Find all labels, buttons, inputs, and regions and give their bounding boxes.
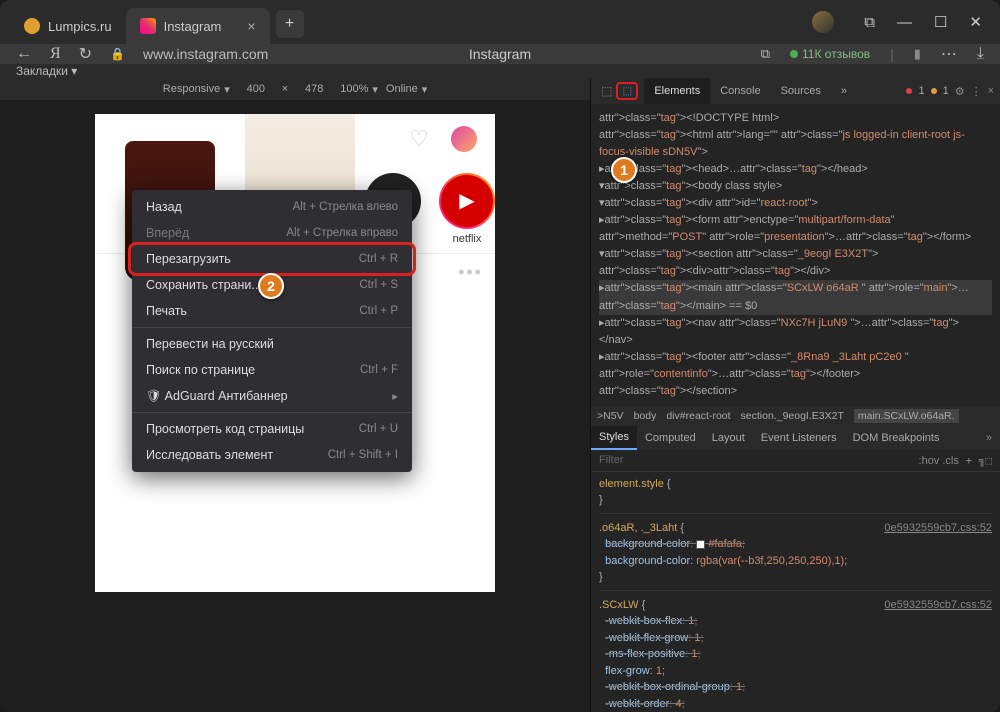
- dot-icon: [790, 50, 798, 58]
- menu-icon[interactable]: ⋯: [941, 44, 957, 64]
- styles-tabs: StylesComputedLayoutEvent ListenersDOM B…: [591, 426, 1000, 450]
- maximize-button[interactable]: ☐: [934, 13, 947, 31]
- network-dropdown[interactable]: Online ▾: [386, 83, 427, 96]
- styles-subtab[interactable]: DOM Breakpoints: [845, 426, 948, 450]
- more-tabs[interactable]: »: [831, 78, 857, 104]
- more-icon[interactable]: •••: [458, 262, 483, 283]
- back-button[interactable]: ←: [16, 45, 32, 63]
- tab-instagram[interactable]: Instagram ×: [126, 8, 270, 44]
- styles-subtab[interactable]: Computed: [637, 426, 704, 450]
- favicon-lumpics: [24, 18, 40, 34]
- bookmarks-bar: Закладки ▾: [0, 64, 1000, 78]
- breadcrumb[interactable]: >N5Vbodydiv#react-rootsection._9eogI.E3X…: [591, 406, 1000, 426]
- more-icon[interactable]: ⋮: [971, 85, 982, 98]
- home-button[interactable]: Я: [50, 45, 61, 63]
- favicon-instagram: [140, 18, 156, 34]
- more-icon[interactable]: »: [978, 432, 1000, 444]
- minimize-button[interactable]: ―: [897, 14, 912, 31]
- styles-subtab[interactable]: Styles: [591, 426, 637, 450]
- context-menu-item[interactable]: Исследовать элементCtrl + Shift + I: [132, 442, 412, 468]
- bookmark-icon[interactable]: ▮: [914, 46, 921, 62]
- devtools-tabs: ⬚ ⬚ Elements Console Sources » 1 1 ⚙ ⋮ ×: [591, 78, 1000, 104]
- responsive-dropdown[interactable]: Responsive ▾: [163, 83, 230, 96]
- user-avatar[interactable]: [451, 126, 477, 152]
- zoom-dropdown[interactable]: 100% ▾: [340, 83, 378, 96]
- context-menu: НазадAlt + Стрелка влевоВперёдAlt + Стре…: [132, 190, 412, 472]
- reviews-badge[interactable]: 11К отзывов: [790, 47, 870, 61]
- filter-tools[interactable]: :hov .cls + ╗⬚: [919, 454, 992, 467]
- context-menu-item[interactable]: Поиск по страницеCtrl + F: [132, 357, 412, 383]
- context-menu-item[interactable]: ВперёдAlt + Стрелка вправо: [132, 220, 412, 246]
- tab-title: Lumpics.ru: [48, 19, 112, 34]
- styles-filter-bar: Filter :hov .cls + ╗⬚: [591, 450, 1000, 472]
- context-menu-item[interactable]: Перевести на русский: [132, 331, 412, 357]
- titlebar: Lumpics.ru Instagram × + ⧉ ― ☐ ✕: [0, 0, 1000, 44]
- copy-icon[interactable]: ⧉: [761, 46, 770, 62]
- device-toggle-button[interactable]: ⬚: [616, 82, 638, 100]
- collections-icon[interactable]: ⧉: [864, 14, 875, 31]
- tab-title: Instagram: [164, 19, 222, 34]
- context-menu-item[interactable]: ПечатьCtrl + P: [132, 298, 412, 324]
- settings-icon[interactable]: ⚙: [955, 85, 965, 98]
- inspect-icon[interactable]: ⬚: [597, 84, 616, 98]
- separator: |: [890, 46, 894, 62]
- close-window-button[interactable]: ✕: [969, 13, 982, 31]
- devtools-panel: ⬚ ⬚ Elements Console Sources » 1 1 ⚙ ⋮ ×…: [590, 78, 1000, 712]
- url-text[interactable]: www.instagram.com: [143, 46, 268, 62]
- reload-button[interactable]: ↻: [79, 44, 92, 64]
- lock-icon: 🔒: [110, 47, 125, 61]
- address-bar: ← Я ↻ 🔒 www.instagram.com Instagram ⧉ 11…: [0, 44, 1000, 64]
- context-menu-item[interactable]: 🛡 AdGuard Антибаннер▸: [132, 383, 412, 409]
- styles-pane[interactable]: element.style {}0e5932559cb7.css:52.o64a…: [591, 472, 1000, 712]
- filter-input[interactable]: Filter: [599, 454, 623, 466]
- context-menu-item[interactable]: НазадAlt + Стрелка влево: [132, 194, 412, 220]
- styles-subtab[interactable]: Layout: [704, 426, 753, 450]
- new-tab-button[interactable]: +: [276, 10, 304, 38]
- context-menu-item[interactable]: ПерезагрузитьCtrl + R: [132, 246, 412, 272]
- console-tab[interactable]: Console: [710, 78, 770, 104]
- device-toolbar: Responsive ▾ 400 × 478 100% ▾ Online ▾: [0, 78, 590, 100]
- page-title: Instagram: [469, 46, 531, 62]
- activity-icon[interactable]: ♡: [409, 126, 429, 152]
- warning-icon: [931, 88, 937, 94]
- width-input[interactable]: 400: [238, 83, 274, 95]
- sources-tab[interactable]: Sources: [771, 78, 831, 104]
- download-icon[interactable]: ⤓: [977, 45, 984, 63]
- close-devtools-icon[interactable]: ×: [988, 85, 994, 97]
- annotation-badge-2: 2: [258, 273, 284, 299]
- dom-tree[interactable]: attr">class="tag"><!DOCTYPE html>attr">c…: [591, 104, 1000, 406]
- error-icon: [906, 88, 912, 94]
- elements-tab[interactable]: Elements: [644, 78, 710, 104]
- styles-subtab[interactable]: Event Listeners: [753, 426, 845, 450]
- tab-lumpics[interactable]: Lumpics.ru: [10, 8, 126, 44]
- height-input[interactable]: 478: [296, 83, 332, 95]
- annotation-badge-1: 1: [611, 157, 637, 183]
- story-item[interactable]: ▶ netflix: [439, 173, 495, 245]
- context-menu-item[interactable]: Просмотреть код страницыCtrl + U: [132, 416, 412, 442]
- bookmarks-menu[interactable]: Закладки ▾: [16, 64, 77, 78]
- profile-avatar[interactable]: [812, 11, 834, 33]
- close-tab-icon[interactable]: ×: [247, 18, 255, 34]
